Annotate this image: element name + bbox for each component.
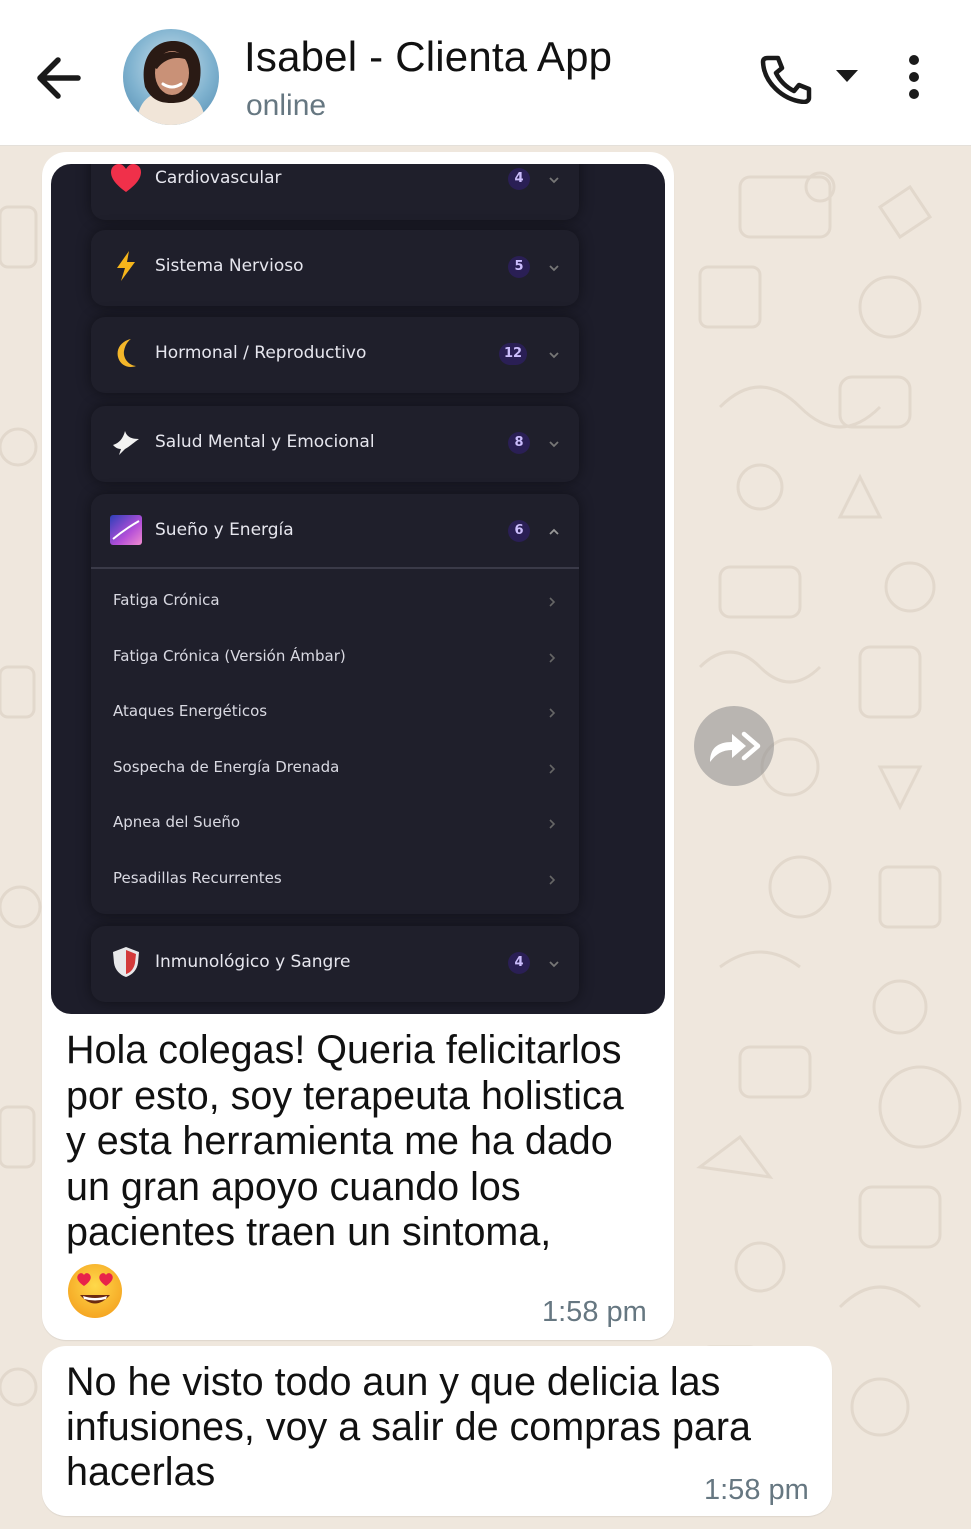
chevron-down-icon <box>549 961 559 968</box>
category-label: Sistema Nervioso <box>155 256 304 276</box>
contact-status: online <box>246 89 327 122</box>
message-line: Hola colegas! Queria felicitarlos <box>66 1028 622 1072</box>
message-timestamp: 1:58 pm <box>704 1474 809 1506</box>
phone-icon <box>760 55 812 105</box>
heart-eyes-emoji <box>68 1264 122 1318</box>
caret-down-icon <box>836 70 858 82</box>
voice-call-button[interactable] <box>758 52 814 105</box>
count-badge: 4 <box>508 168 530 190</box>
message-line: y esta herramienta me ha dado <box>66 1119 613 1163</box>
sub-item-label: Apnea del Sueño <box>113 813 241 831</box>
chevron-up-icon <box>549 528 559 535</box>
category-label: Salud Mental y Emocional <box>155 432 375 452</box>
sub-item-label: Fatiga Crónica <box>113 591 220 609</box>
avatar-photo <box>137 41 205 125</box>
lightning-icon <box>117 251 135 281</box>
sub-item-label: Pesadillas Recurrentes <box>113 869 282 887</box>
category-label: Inmunológico y Sangre <box>155 952 351 972</box>
more-vertical-icon <box>909 55 919 99</box>
avatar[interactable] <box>123 29 219 125</box>
message-line: No he visto todo aun y que delicia las <box>66 1360 721 1404</box>
message-line: infusiones, voy a salir de compras para <box>66 1405 752 1449</box>
chevron-right-icon <box>549 708 556 718</box>
sub-item-label: Ataques Energéticos <box>113 702 268 720</box>
heart-icon <box>111 164 141 192</box>
message-timestamp: 1:58 pm <box>542 1296 647 1328</box>
chat-header: Isabel - Clienta App online <box>0 0 971 146</box>
category-label: Hormonal / Reproductivo <box>155 343 367 363</box>
chevron-down-icon <box>549 441 559 448</box>
message-image[interactable]: Cardiovascular 4 Sistema Nervioso 5 Horm… <box>51 164 665 1014</box>
message-bubble[interactable]: Cardiovascular 4 Sistema Nervioso 5 Horm… <box>42 152 674 1340</box>
message-line: hacerlas <box>66 1450 216 1494</box>
chevron-down-icon <box>549 352 559 359</box>
shield-icon <box>113 947 139 977</box>
count-badge: 6 <box>508 520 530 542</box>
call-options-button[interactable] <box>834 66 860 86</box>
dove-icon <box>113 431 139 455</box>
message-bubble[interactable]: No he visto todo aun y que delicia las i… <box>42 1346 832 1516</box>
sub-item-label: Sospecha de Energía Drenada <box>113 758 340 776</box>
forward-button[interactable] <box>694 706 774 786</box>
divider <box>91 567 579 569</box>
moon-icon <box>117 339 136 367</box>
count-badge: 8 <box>508 432 530 454</box>
chevron-right-icon <box>549 653 556 663</box>
back-button[interactable] <box>30 50 90 106</box>
count-badge: 4 <box>508 952 530 974</box>
chevron-right-icon <box>549 597 556 607</box>
message-line: por esto, soy terapeuta holistica <box>66 1073 624 1118</box>
chevron-right-icon <box>549 875 556 885</box>
message-text: No he visto todo aun y que delicia las i… <box>66 1360 796 1495</box>
chevron-down-icon <box>549 177 559 184</box>
sub-item-label: Fatiga Crónica (Versión Ámbar) <box>113 647 346 665</box>
arrow-left-icon <box>37 57 81 99</box>
message-line: un gran apoyo cuando los <box>66 1164 521 1209</box>
night-sky-icon <box>110 515 142 545</box>
category-label: Cardiovascular <box>155 168 282 188</box>
count-badge: 12 <box>499 343 528 365</box>
count-badge: 5 <box>508 256 530 278</box>
chevron-down-icon <box>549 265 559 272</box>
more-options-button[interactable] <box>898 52 930 102</box>
contact-name[interactable]: Isabel - Clienta App <box>244 33 612 81</box>
chevron-right-icon <box>549 764 556 774</box>
category-label: Sueño y Energía <box>155 520 294 540</box>
chevron-right-icon <box>549 819 556 829</box>
message-text: Hola colegas! Queria felicitarlos por es… <box>66 1028 646 1256</box>
message-line: pacientes traen un sintoma, <box>66 1210 552 1254</box>
forward-icon <box>710 731 761 762</box>
